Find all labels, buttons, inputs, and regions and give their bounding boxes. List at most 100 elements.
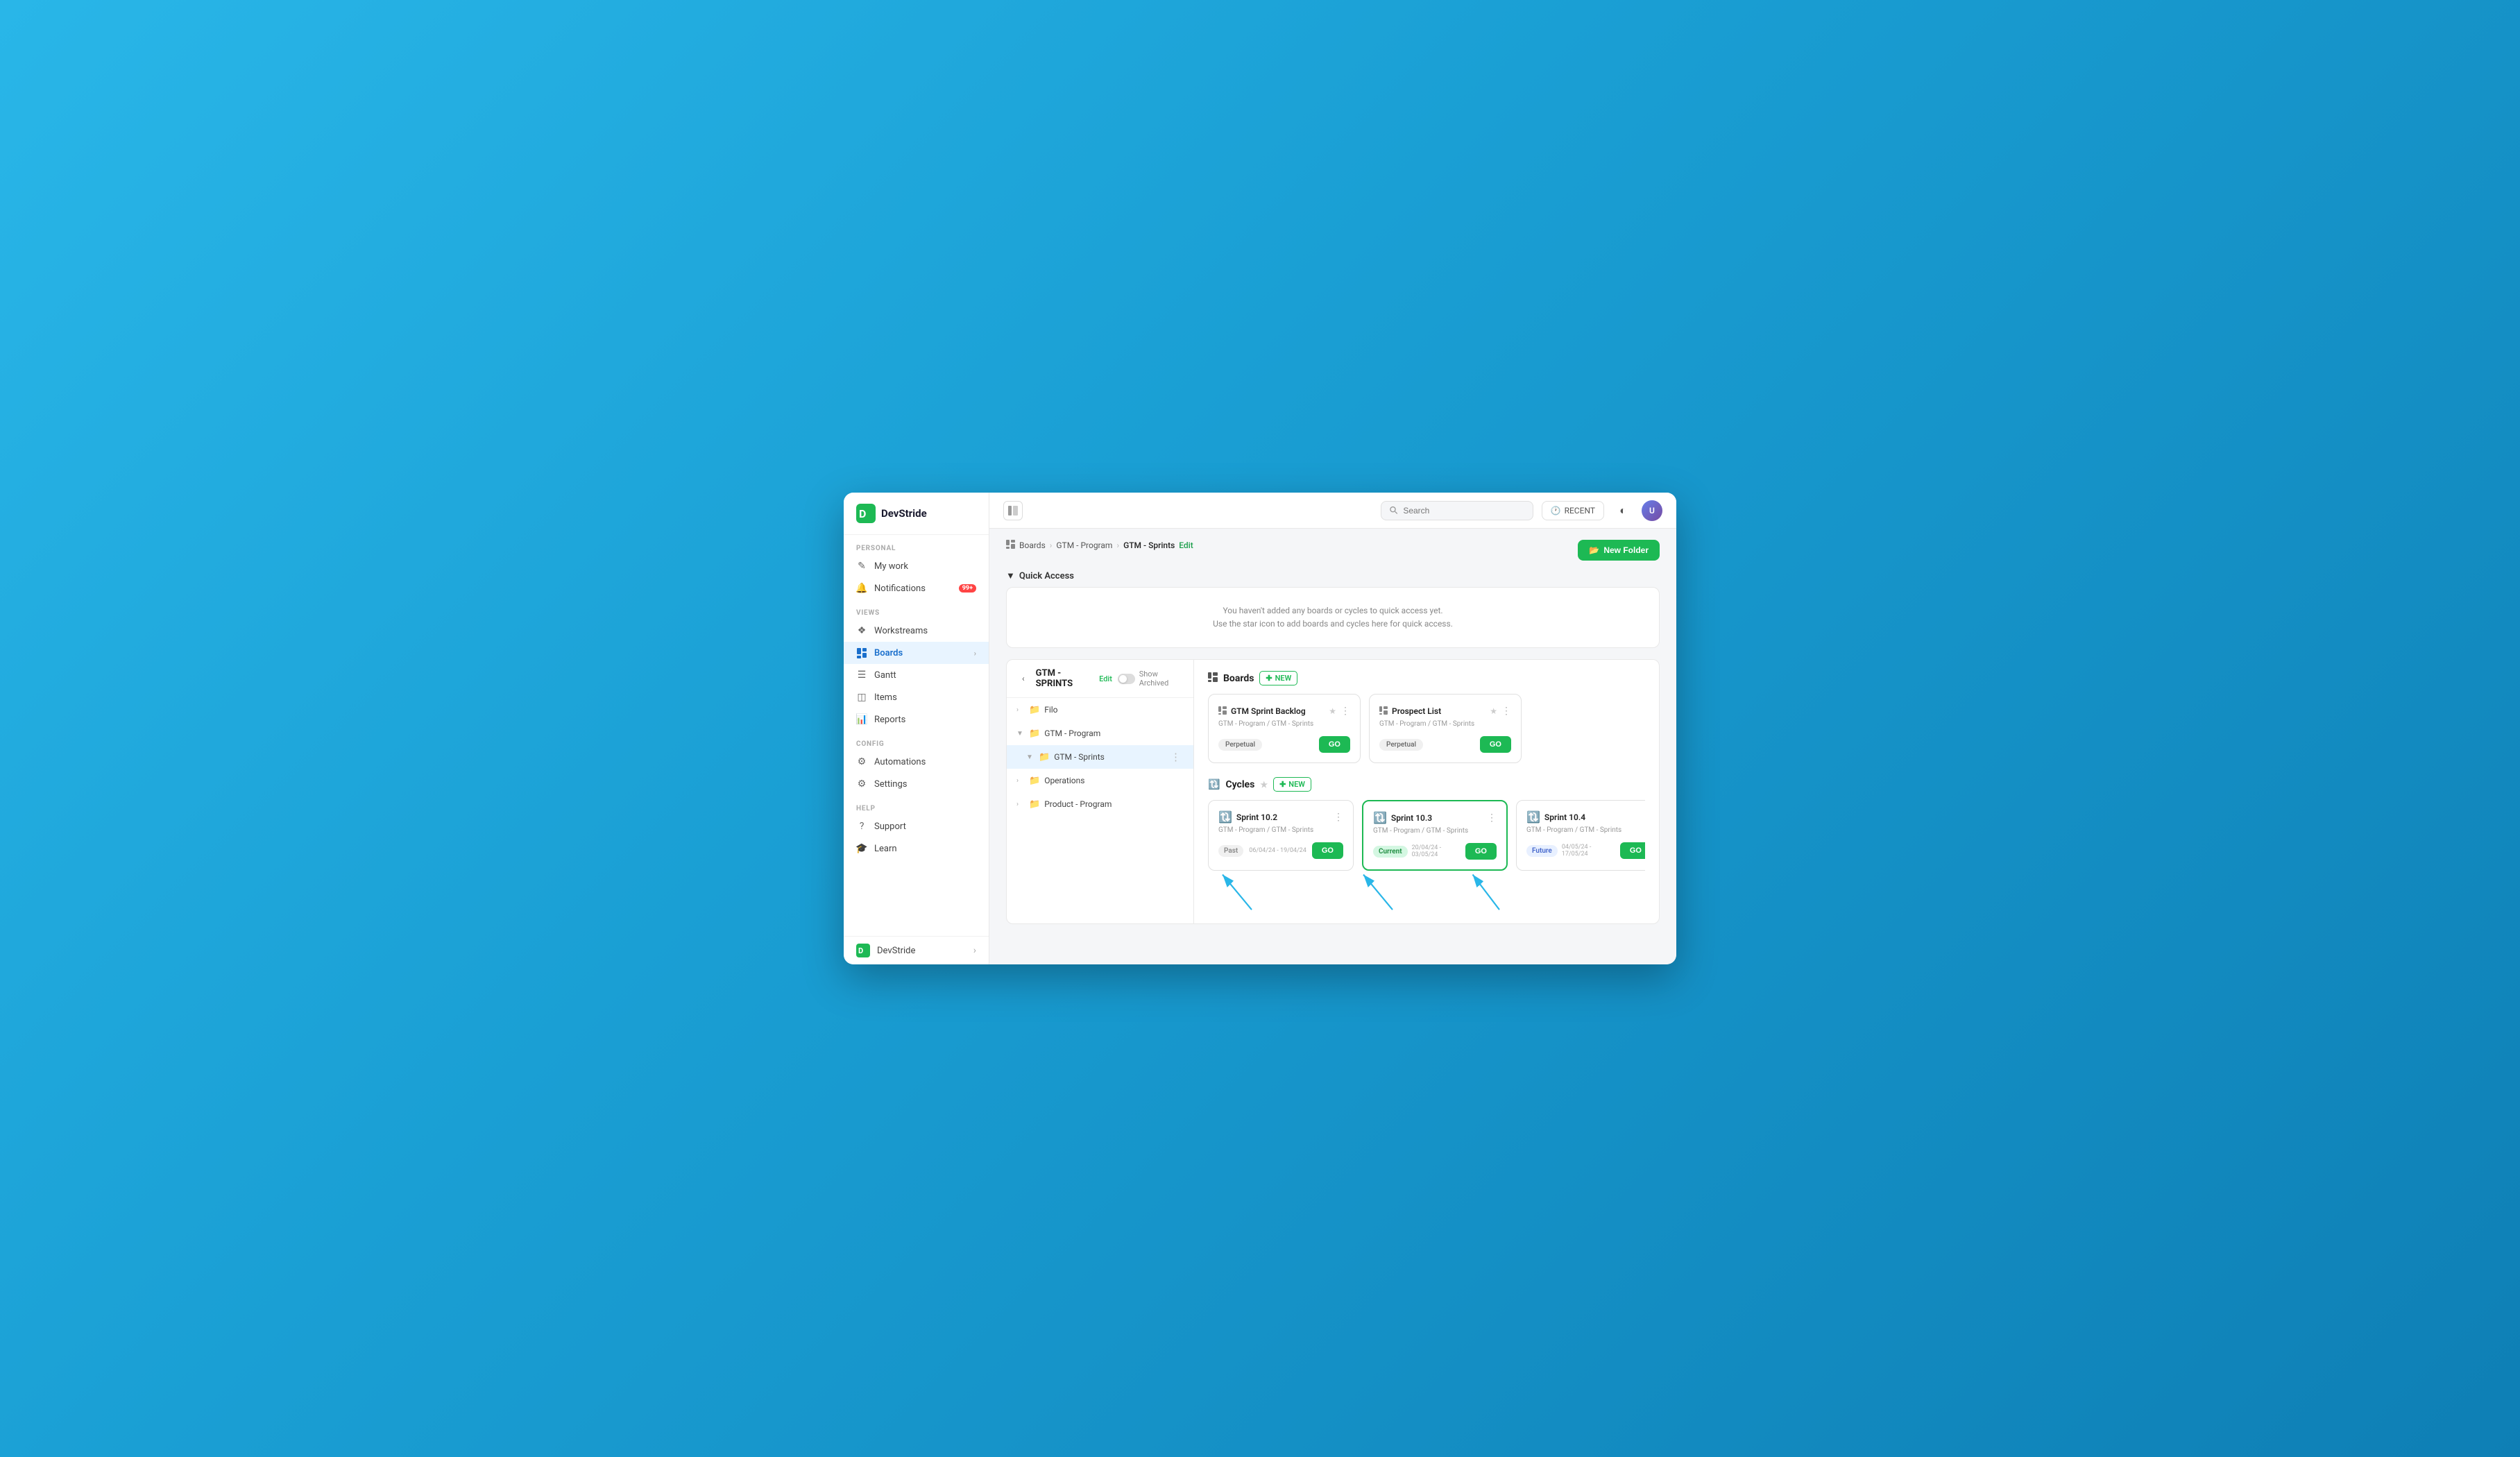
breadcrumb: Boards › GTM - Program › GTM - Sprints E… bbox=[1006, 540, 1193, 551]
more-options-icon[interactable]: ⋮ bbox=[1642, 812, 1645, 823]
sidebar-item-learn[interactable]: 🎓 Learn bbox=[844, 837, 989, 860]
breadcrumb-edit-link[interactable]: Edit bbox=[1179, 540, 1193, 550]
new-folder-button[interactable]: 📂 New Folder bbox=[1578, 540, 1660, 561]
folder-icon: 📁 bbox=[1029, 799, 1040, 810]
cycle-type-icon: 🔃 bbox=[1218, 810, 1232, 824]
board-card-footer: Perpetual GO bbox=[1379, 736, 1511, 753]
tree-item-name: GTM - Program bbox=[1044, 728, 1164, 738]
boards-icon bbox=[1208, 672, 1218, 685]
more-options-icon[interactable]: ⋮ bbox=[1340, 706, 1350, 717]
cycles-grid: 🔃 Sprint 10.2 ⋮ GTM - Program / GTM - Sp… bbox=[1208, 800, 1645, 871]
cycle-card-title: Sprint 10.3 bbox=[1391, 813, 1483, 823]
star-icon[interactable]: ★ bbox=[1490, 706, 1497, 716]
sidebar-item-reports[interactable]: 📊 Reports bbox=[844, 708, 989, 731]
tree-item-gtm-sprints[interactable]: ▼ 📁 GTM - Sprints ⋮ bbox=[1007, 745, 1193, 769]
show-archived-label: Show Archived bbox=[1139, 670, 1184, 688]
tree-item-operations[interactable]: › 📁 Operations ⋮ bbox=[1007, 769, 1193, 792]
tree-edit-link[interactable]: Edit bbox=[1099, 674, 1112, 683]
go-button[interactable]: GO bbox=[1312, 842, 1343, 859]
go-button[interactable]: GO bbox=[1480, 736, 1511, 753]
recent-button[interactable]: 🕐 RECENT bbox=[1542, 501, 1604, 520]
cycle-card-title: Sprint 10.4 bbox=[1544, 812, 1637, 822]
settings-icon: ⚙ bbox=[856, 778, 867, 790]
sidebar-item-notifications[interactable]: 🔔 Notifications 99+ bbox=[844, 577, 989, 599]
user-avatar[interactable]: U bbox=[1642, 500, 1662, 521]
new-label: NEW bbox=[1288, 780, 1305, 789]
config-section-label: CONFIG bbox=[844, 731, 989, 751]
toggle-switch[interactable] bbox=[1118, 674, 1135, 684]
go-button[interactable]: GO bbox=[1620, 842, 1645, 859]
sidebar-item-label: Reports bbox=[874, 715, 905, 725]
sidebar-bottom-devstride[interactable]: D DevStride › bbox=[844, 937, 989, 964]
branch-icon: ❖ bbox=[856, 625, 867, 636]
expand-button[interactable] bbox=[1003, 501, 1023, 520]
more-options-icon[interactable]: ⋮ bbox=[1334, 812, 1343, 823]
go-button[interactable]: GO bbox=[1319, 736, 1350, 753]
quick-access-header[interactable]: ▼ Quick Access bbox=[1006, 570, 1660, 581]
folder-icon: 📁 bbox=[1039, 752, 1050, 762]
star-icon[interactable]: ★ bbox=[1260, 780, 1268, 790]
breadcrumb-boards-icon bbox=[1006, 540, 1015, 551]
go-button[interactable]: GO bbox=[1465, 843, 1497, 860]
breadcrumb-boards[interactable]: Boards bbox=[1019, 540, 1046, 550]
new-board-button[interactable]: ✚ NEW bbox=[1259, 671, 1297, 685]
search-input[interactable] bbox=[1403, 506, 1524, 516]
breadcrumb-current: GTM - Sprints bbox=[1123, 540, 1175, 550]
chevron-right-icon: › bbox=[1016, 706, 1025, 714]
tree-back-button[interactable]: ‹ bbox=[1016, 671, 1030, 686]
theme-toggle-button[interactable]: ◐ bbox=[1612, 500, 1633, 521]
cycles-section-header: 🔃 Cycles ★ ✚ NEW bbox=[1208, 777, 1645, 792]
cycle-card-sprint-10-2: 🔃 Sprint 10.2 ⋮ GTM - Program / GTM - Sp… bbox=[1208, 800, 1354, 871]
automations-icon: ⚙ bbox=[856, 756, 867, 767]
main-content: 🕐 RECENT ◐ U Bo bbox=[989, 493, 1676, 964]
more-options-icon[interactable]: ⋮ bbox=[1487, 812, 1497, 824]
sidebar-item-label: Items bbox=[874, 692, 897, 703]
board-card-title: GTM Sprint Backlog bbox=[1231, 706, 1325, 716]
sidebar-item-settings[interactable]: ⚙ Settings bbox=[844, 773, 989, 795]
quick-access-empty-line1: You haven't added any boards or cycles t… bbox=[1023, 604, 1642, 617]
show-archived-toggle[interactable]: Show Archived bbox=[1118, 670, 1184, 688]
status-badge: Future bbox=[1526, 845, 1558, 857]
tree-header: ‹ GTM - SPRINTS Edit Show Archived bbox=[1007, 660, 1193, 698]
board-card-title: Prospect List bbox=[1392, 706, 1485, 716]
board-card-header: Prospect List ★ ⋮ bbox=[1379, 704, 1511, 717]
devstride-logo-icon: D bbox=[856, 504, 876, 523]
tree-item-product-program[interactable]: › 📁 Product - Program ⋮ bbox=[1007, 792, 1193, 816]
more-options-icon[interactable]: ⋮ bbox=[1168, 751, 1184, 763]
board-card-header: GTM Sprint Backlog ★ ⋮ bbox=[1218, 704, 1350, 717]
sidebar-item-workstreams[interactable]: ❖ Workstreams bbox=[844, 620, 989, 642]
gantt-icon: ☰ bbox=[856, 670, 867, 681]
chevron-right-icon: › bbox=[1016, 801, 1025, 808]
search-box[interactable] bbox=[1381, 501, 1533, 520]
board-card-path: GTM - Program / GTM - Sprints bbox=[1218, 720, 1350, 728]
new-cycle-button[interactable]: ✚ NEW bbox=[1273, 777, 1311, 792]
recent-label: RECENT bbox=[1565, 506, 1595, 516]
sidebar-item-gantt[interactable]: ☰ Gantt bbox=[844, 664, 989, 686]
sidebar-item-label: Notifications bbox=[874, 583, 926, 594]
cycle-card-footer: Past 06/04/24 - 19/04/24 GO bbox=[1218, 842, 1343, 859]
arrows-svg bbox=[1208, 864, 1645, 912]
cycle-card-sprint-10-4: 🔃 Sprint 10.4 ⋮ GTM - Program / GTM - Sp… bbox=[1516, 800, 1645, 871]
board-card-gtm-sprint-backlog: GTM Sprint Backlog ★ ⋮ GTM - Program / G… bbox=[1208, 694, 1361, 763]
tree-title: GTM - SPRINTS bbox=[1036, 668, 1093, 689]
sidebar-bottom-label: DevStride bbox=[877, 946, 915, 956]
sidebar-item-automations[interactable]: ⚙ Automations bbox=[844, 751, 989, 773]
boards-panel: Boards ✚ NEW bbox=[1194, 660, 1659, 923]
quick-access-body: You haven't added any boards or cycles t… bbox=[1006, 587, 1660, 648]
breadcrumb-program[interactable]: GTM - Program bbox=[1056, 540, 1112, 550]
sidebar-item-items[interactable]: ◫ Items bbox=[844, 686, 989, 708]
tree-item-name: Operations bbox=[1044, 776, 1164, 785]
sidebar-item-boards[interactable]: Boards › bbox=[844, 642, 989, 664]
sidebar-item-support[interactable]: ? Support bbox=[844, 815, 989, 837]
logo[interactable]: D DevStride bbox=[844, 493, 989, 535]
tree-item-name: Product - Program bbox=[1044, 799, 1164, 809]
board-type-icon bbox=[1379, 704, 1388, 717]
cycles-section-title: Cycles bbox=[1225, 779, 1254, 790]
tree-item-gtm-program[interactable]: ▼ 📁 GTM - Program ⋮ bbox=[1007, 722, 1193, 745]
sidebar-item-my-work[interactable]: ✎ My work bbox=[844, 555, 989, 577]
more-options-icon[interactable]: ⋮ bbox=[1501, 706, 1511, 717]
search-icon bbox=[1390, 506, 1398, 515]
star-icon[interactable]: ★ bbox=[1329, 706, 1336, 716]
tree-item-filo[interactable]: › 📁 Filo ⋮ bbox=[1007, 698, 1193, 722]
chevron-right-icon: › bbox=[1016, 777, 1025, 785]
